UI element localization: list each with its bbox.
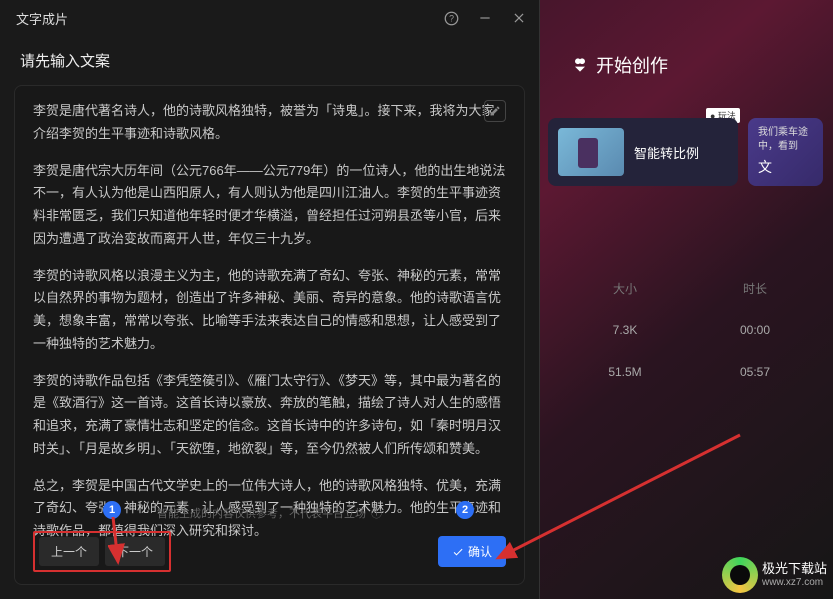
modal-footer: 1 智能生成的内容仅供参考，不代表平台立场 ⓘ 2 上一个 下一个 确认	[33, 505, 506, 572]
confirm-label: 确认	[468, 543, 492, 560]
cell-duration: 00:00	[690, 323, 820, 337]
button-row: 上一个 下一个 确认	[33, 531, 506, 572]
card2-title: 文	[758, 158, 772, 178]
table-header: 大小 时长	[560, 280, 820, 309]
file-table: 大小 时长 7.3K 00:00 51.5M 05:57	[560, 280, 820, 393]
modal-title: 文字成片	[16, 9, 68, 28]
svg-text:?: ?	[449, 13, 454, 23]
start-create-heading: 开始创作	[570, 52, 668, 78]
card2-line2: 中，看到	[758, 140, 798, 154]
logo-name: 极光下载站	[762, 562, 827, 576]
watermark-logo: 极光下载站 www.xz7.com	[722, 557, 827, 593]
paragraph: 李贺是唐代著名诗人，他的诗歌风格独特，被誉为「诗鬼」。接下来，我将为大家介绍李贺…	[33, 100, 506, 146]
edit-icon[interactable]	[484, 100, 506, 122]
paragraph: 李贺是唐代宗大历年间（公元766年——公元779年）的一位诗人，他的出生地说法不…	[33, 160, 506, 251]
generated-text[interactable]: 李贺是唐代著名诗人，他的诗歌风格独特，被誉为「诗鬼」。接下来，我将为大家介绍李贺…	[33, 100, 506, 557]
minimize-icon[interactable]	[477, 10, 493, 26]
header-controls: ?	[443, 10, 527, 26]
table-row[interactable]: 51.5M 05:57	[560, 351, 820, 393]
paragraph: 李贺的诗歌风格以浪漫主义为主，他的诗歌充满了奇幻、夸张、神秘的元素，常常以自然界…	[33, 265, 506, 356]
logo-icon	[722, 557, 758, 593]
disclaimer-text: 智能生成的内容仅供参考，不代表平台立场	[157, 508, 366, 520]
cell-duration: 05:57	[690, 365, 820, 379]
table-row[interactable]: 7.3K 00:00	[560, 309, 820, 351]
text-to-video-modal: 文字成片 ? 请先输入文案 李贺是唐代著名诗人，他的诗歌风格独特，被誉为「诗鬼」…	[0, 0, 540, 599]
paragraph: 李贺的诗歌作品包括《李凭箜篌引》、《雁门太守行》、《梦天》等，其中最为著名的是《…	[33, 370, 506, 461]
content-box: 李贺是唐代著名诗人，他的诗歌风格独特，被誉为「诗鬼」。接下来，我将为大家介绍李贺…	[14, 85, 525, 585]
right-panel: 开始创作 ● 玩法 智能转比例 我们乘车途 中，看到 文 大小 时长 7.3K …	[540, 0, 833, 599]
info-icon[interactable]: ⓘ	[371, 508, 382, 520]
card-text[interactable]: 我们乘车途 中，看到 文	[748, 118, 823, 186]
logo-url: www.xz7.com	[762, 577, 827, 588]
next-button[interactable]: 下一个	[105, 537, 165, 566]
check-icon	[452, 546, 464, 558]
close-icon[interactable]	[511, 10, 527, 26]
col-size-header: 大小	[560, 280, 690, 297]
card2-line1: 我们乘车途	[758, 126, 808, 140]
help-icon[interactable]: ?	[443, 10, 459, 26]
prev-button[interactable]: 上一个	[39, 537, 99, 566]
card-thumbnail	[558, 128, 624, 176]
start-create-label: 开始创作	[596, 52, 668, 78]
scissors-icon	[570, 55, 590, 75]
cell-size: 51.5M	[560, 365, 690, 379]
cell-size: 7.3K	[560, 323, 690, 337]
card-smart-ratio[interactable]: 智能转比例	[548, 118, 738, 186]
annotation-badge-1: 1	[103, 501, 121, 519]
modal-subtitle: 请先输入文案	[0, 36, 539, 81]
modal-header: 文字成片 ?	[0, 0, 539, 36]
annotation-badge-2: 2	[456, 501, 474, 519]
nav-button-group: 上一个 下一个	[33, 531, 171, 572]
col-duration-header: 时长	[690, 280, 820, 297]
hint-row: 1 智能生成的内容仅供参考，不代表平台立场 ⓘ 2	[33, 505, 506, 521]
feature-cards: 智能转比例 我们乘车途 中，看到 文	[548, 118, 823, 186]
confirm-button[interactable]: 确认	[438, 536, 506, 567]
card-label: 智能转比例	[634, 143, 699, 162]
